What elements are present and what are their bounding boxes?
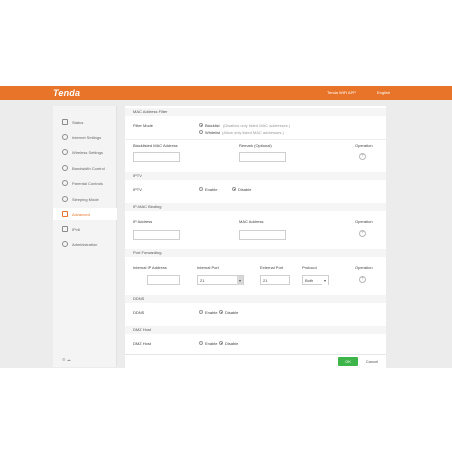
mac-address-input[interactable]	[133, 152, 180, 162]
sidebar-item-bandwidth-control[interactable]: Bandwidth Control	[53, 162, 117, 174]
sidebar-item-label: Status	[72, 119, 84, 125]
ddns-label: DDNS	[133, 310, 145, 315]
dmz-host-label: DMZ Host	[133, 341, 151, 346]
col-external-port: External Port	[260, 265, 284, 270]
whitelist-hint: (Allow only listed MAC addresses.)	[222, 130, 284, 135]
external-port-input[interactable]: 21	[260, 275, 290, 285]
section-title-dmz-host: DMZ Host	[125, 326, 386, 334]
filter-mode-label: Filter Mode	[133, 123, 154, 128]
sidebar-item-advanced[interactable]: Advanced	[53, 208, 117, 220]
blacklist-label: Blacklist	[205, 123, 220, 128]
blacklist-hint: (Disallow only listed MAC addresses.)	[223, 123, 291, 128]
ip-address-input[interactable]	[133, 230, 180, 240]
sidebar-footer-icons[interactable]: ⚙ ☁	[62, 357, 71, 362]
ddns-enable-radio[interactable]	[199, 310, 203, 314]
globe-icon	[62, 134, 68, 140]
external-port-value: 21	[263, 278, 268, 283]
sidebar-item-label: Advanced	[72, 211, 90, 217]
section-title-ip-mac-binding: IP-MAC Binding	[125, 203, 386, 211]
ddns-disable-radio[interactable]	[219, 310, 223, 314]
add-port-forwarding-button[interactable]: +	[359, 276, 366, 283]
sidebar-item-label: Administration	[72, 241, 98, 247]
action-bar: OK Cancel	[125, 354, 386, 368]
ddns-enable-label: Enable	[205, 310, 218, 315]
cancel-button[interactable]: Cancel	[362, 357, 382, 366]
ipv6-icon	[62, 226, 68, 232]
gauge-icon	[62, 165, 68, 171]
iptv-enable-label: Enable	[205, 187, 218, 192]
internal-ip-input[interactable]	[147, 275, 180, 285]
iptv-label: IPTV	[133, 187, 142, 192]
whitelist-radio[interactable]	[199, 130, 203, 134]
sidebar-item-internet-settings[interactable]: Internet Settings	[53, 131, 117, 143]
whitelist-label: Whitelist	[205, 130, 221, 135]
sidebar-item-label: Wireless Settings	[72, 149, 103, 155]
gear-icon	[62, 241, 68, 247]
sidebar-item-wireless-settings[interactable]: Wireless Settings	[53, 146, 117, 158]
top-bar: Tenda Tenda WiFi APP English	[0, 86, 452, 100]
ok-button[interactable]: OK	[338, 357, 358, 366]
internal-port-value: 21	[200, 278, 205, 283]
dmz-enable-label: Enable	[205, 341, 218, 346]
advanced-icon	[62, 211, 68, 217]
parental-icon	[62, 180, 68, 186]
sidebar-item-parental-controls[interactable]: Parental Controls	[53, 177, 117, 189]
mac-binding-input[interactable]	[239, 230, 286, 240]
sidebar-item-label: Parental Controls	[72, 180, 103, 186]
col-mac-address: MAC Address	[239, 219, 264, 224]
wifi-icon	[62, 149, 68, 155]
sidebar-item-label: Bandwidth Control	[72, 165, 105, 171]
col-blacklisted-mac: Blacklisted MAC Address	[133, 143, 178, 148]
iptv-disable-label: Disable	[238, 187, 252, 192]
blacklist-radio[interactable]	[199, 123, 203, 127]
section-title-iptv: IPTV	[125, 172, 386, 180]
advanced-content-panel: MAC Address Filter Filter Mode Blacklist…	[125, 106, 386, 362]
ddns-disable-label: Disable	[225, 310, 239, 315]
sidebar: Status Internet Settings Wireless Settin…	[53, 106, 117, 367]
dmz-enable-radio[interactable]	[199, 341, 203, 345]
sidebar-item-label: IPv6	[72, 226, 81, 232]
iptv-enable-radio[interactable]	[199, 187, 203, 191]
sidebar-item-administration[interactable]: Administration	[53, 238, 117, 250]
col-internal-port: Internal Port	[197, 265, 219, 270]
col-operation: Operation	[355, 219, 373, 224]
router-admin-app: Tenda Tenda WiFi APP English Status Inte…	[0, 86, 452, 368]
col-remark: Remark (Optional)	[239, 143, 272, 148]
dmz-disable-radio[interactable]	[219, 341, 223, 345]
add-ip-mac-binding-button[interactable]: +	[359, 230, 366, 237]
divider	[125, 139, 386, 140]
sidebar-item-label: Internet Settings	[72, 134, 102, 140]
status-icon	[62, 119, 68, 125]
sidebar-item-status[interactable]: Status	[53, 116, 117, 128]
iptv-disable-radio[interactable]	[232, 187, 236, 191]
sidebar-item-ipv6[interactable]: IPv6	[53, 223, 117, 235]
protocol-value: Both	[305, 278, 314, 283]
section-title-mac-filter: MAC Address Filter	[125, 108, 386, 116]
col-operation: Operation	[355, 265, 373, 270]
chevron-down-icon: ▾	[322, 276, 328, 285]
col-internal-ip: Internal IP Address	[133, 265, 167, 270]
protocol-select[interactable]: Both ▾	[302, 275, 329, 285]
section-title-ddns: DDNS	[125, 295, 386, 303]
section-title-port-forwarding: Port Forwarding	[125, 249, 386, 257]
tenda-logo: Tenda	[53, 88, 81, 98]
wifi-app-link[interactable]: Tenda WiFi APP	[327, 90, 356, 95]
remark-input[interactable]	[239, 152, 286, 162]
sleep-icon	[62, 196, 68, 202]
col-ip-address: IP Address	[133, 219, 153, 224]
language-selector[interactable]: English	[377, 90, 390, 95]
sidebar-item-sleeping-mode[interactable]: Sleeping Mode	[53, 193, 117, 205]
add-mac-filter-button[interactable]: +	[359, 153, 366, 160]
chevron-down-icon: ▾	[237, 276, 243, 285]
dmz-disable-label: Disable	[225, 341, 239, 346]
col-protocol: Protocol	[302, 265, 317, 270]
sidebar-item-label: Sleeping Mode	[72, 196, 99, 202]
internal-port-select[interactable]: 21 ▾	[197, 275, 244, 285]
col-operation: Operation	[355, 143, 373, 148]
